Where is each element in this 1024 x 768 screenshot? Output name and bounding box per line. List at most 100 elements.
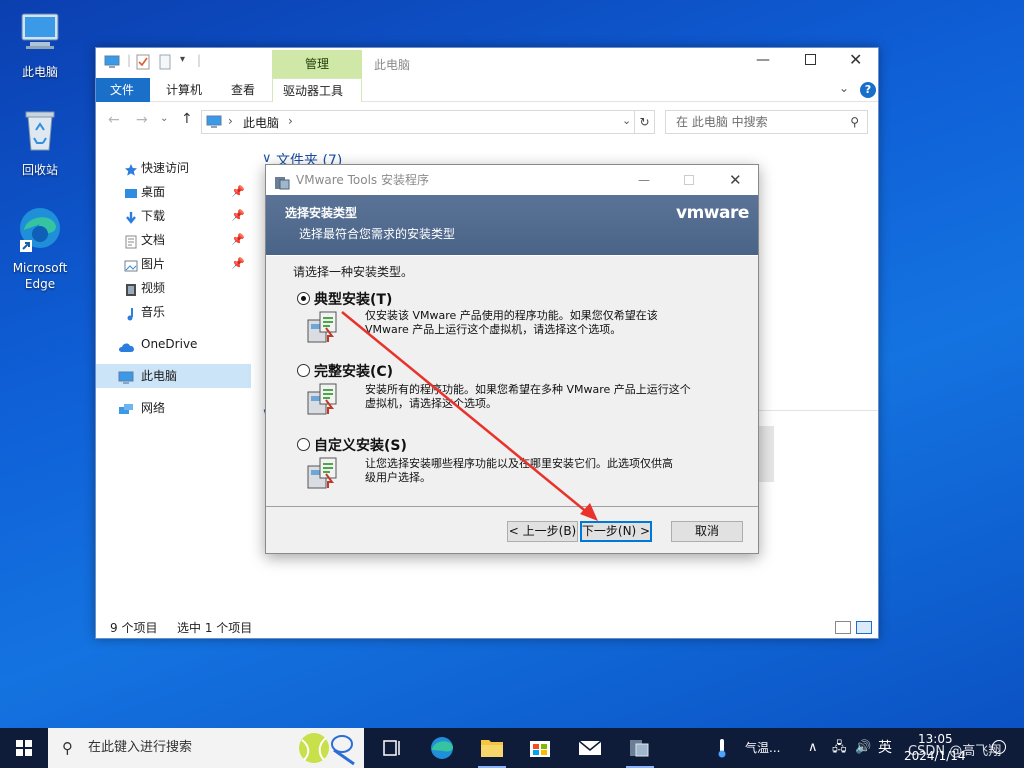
vmware-setup-taskbar-icon[interactable] — [618, 728, 662, 768]
vmware-setup-dialog: VMware Tools 安装程序 — ✕ 选择安装类型 选择最符合您需求的安装… — [265, 164, 759, 554]
nav-label: 下载 — [141, 209, 166, 223]
next-button[interactable]: 下一步(N) > — [580, 521, 652, 542]
address-dropdown-icon[interactable]: ⌄ — [622, 114, 631, 127]
nav-label: OneDrive — [141, 337, 198, 351]
nav-pictures[interactable]: 图片 📌 — [96, 252, 251, 276]
desktop-icon-label: 此电脑 — [21, 65, 58, 79]
refresh-icon[interactable]: ↻ — [635, 110, 655, 134]
address-bar[interactable]: › 此电脑 › ⌄ — [201, 110, 635, 134]
radio-custom[interactable] — [297, 438, 310, 451]
forward-arrow-icon[interactable]: → — [136, 112, 148, 128]
desktop-icon-label-line1: Microsoft — [12, 261, 68, 275]
nav-videos[interactable]: 视频 — [96, 276, 251, 300]
store-icon[interactable] — [518, 728, 562, 768]
option-typical-label[interactable]: 典型安装(T) — [314, 289, 392, 309]
toolbar-separator: | — [127, 53, 132, 67]
network-tray-icon[interactable]: 🖧 — [832, 728, 847, 768]
properties-icon[interactable] — [136, 54, 150, 70]
windows-start-icon[interactable] — [16, 740, 32, 756]
up-arrow-icon[interactable]: ↑ — [181, 111, 193, 127]
nav-label: 音乐 — [141, 305, 166, 319]
mail-icon[interactable] — [568, 728, 612, 768]
tab-computer[interactable]: 计算机 — [152, 78, 216, 102]
option-custom-desc-line1: 让您选择安装哪些程序功能以及在哪里安装它们。此选项仅供高 — [365, 457, 673, 470]
back-button[interactable]: < 上一步(B) — [507, 521, 578, 542]
vmware-setup-icon — [274, 172, 290, 190]
weather-label[interactable]: 气温... — [745, 728, 780, 768]
option-typical-desc-line2: VMware 产品上运行这个虚拟机，请选择这个选项。 — [365, 323, 622, 336]
search-icon: ⚲ — [62, 739, 73, 757]
cloud-icon — [118, 337, 136, 352]
nav-label: 此电脑 — [141, 369, 178, 383]
pin-icon[interactable]: 📌 — [231, 252, 245, 276]
pin-icon[interactable]: 📌 — [231, 180, 245, 204]
task-view-icon[interactable] — [370, 728, 414, 768]
help-icon[interactable]: ? — [860, 82, 876, 98]
breadcrumb-chevron-icon[interactable]: › — [288, 114, 293, 128]
quick-access-toolbar-dropdown-icon[interactable]: ▾ — [180, 54, 185, 65]
minimize-icon[interactable]: — — [756, 52, 770, 68]
file-explorer-taskbar-icon[interactable] — [470, 728, 514, 768]
option-complete-label[interactable]: 完整安装(C) — [314, 361, 393, 381]
nav-this-pc[interactable]: 此电脑 — [96, 364, 251, 388]
large-icons-view-icon[interactable] — [856, 621, 872, 634]
navigation-pane: 快速访问 桌面 📌 下载 📌 文档 📌 图片 📌 视频 音乐 OneDrive … — [96, 148, 256, 608]
radio-typical[interactable] — [297, 292, 310, 305]
taskbar: ⚲ 在此键入进行搜索 气温... ∧ 🖧 🔊 英 13:05 2024/1/14… — [0, 728, 1024, 768]
option-complete-desc-line1: 安装所有的程序功能。如果您希望在多种 VMware 产品上运行这个 — [365, 383, 691, 396]
tray-chevron-icon[interactable]: ∧ — [808, 728, 818, 768]
notification-icon[interactable] — [992, 740, 1006, 754]
search-input[interactable]: 在 此电脑 中搜索 ⚲ — [665, 110, 868, 134]
taskbar-search-box[interactable]: ⚲ 在此键入进行搜索 — [48, 728, 364, 768]
section-divider — [756, 410, 878, 411]
dialog-title: VMware Tools 安装程序 — [296, 173, 429, 187]
breadcrumb-this-pc[interactable]: 此电脑 — [243, 114, 279, 131]
radio-complete[interactable] — [297, 364, 310, 377]
ime-indicator[interactable]: 英 — [878, 728, 892, 768]
close-icon[interactable]: ✕ — [849, 50, 862, 69]
desktop-icon-edge[interactable]: Microsoft Edge — [0, 204, 80, 292]
back-arrow-icon[interactable]: ← — [108, 112, 120, 128]
ribbon-expand-icon[interactable]: ⌄ — [839, 81, 849, 95]
desktop-icon-this-pc[interactable]: 此电脑 — [0, 8, 80, 80]
watermark-text: CSDN @高飞翔 — [908, 744, 1002, 759]
search-icon: ⚲ — [850, 115, 859, 129]
volume-icon[interactable]: 🔊 — [855, 728, 871, 768]
tab-file[interactable]: 文件 — [96, 78, 150, 102]
nav-label: 桌面 — [141, 185, 166, 199]
video-icon — [124, 281, 138, 296]
pin-icon[interactable]: 📌 — [231, 228, 245, 252]
edge-icon[interactable] — [420, 728, 464, 768]
nav-network[interactable]: 网络 — [96, 396, 251, 420]
new-folder-icon[interactable] — [159, 54, 171, 70]
maximize-icon[interactable] — [805, 54, 816, 65]
nav-downloads[interactable]: 下载 📌 — [96, 204, 251, 228]
minimize-icon[interactable]: — — [638, 165, 650, 195]
pin-icon[interactable]: 📌 — [231, 204, 245, 228]
recent-locations-icon[interactable]: ⌄ — [160, 113, 168, 124]
pictures-icon — [124, 257, 138, 272]
nav-label: 图片 — [141, 257, 166, 271]
desktop-icon-recycle-bin[interactable]: 回收站 — [0, 106, 80, 178]
nav-desktop[interactable]: 桌面 📌 — [96, 180, 251, 204]
maximize-icon — [684, 175, 694, 185]
option-custom-label[interactable]: 自定义安装(S) — [314, 435, 407, 455]
nav-quick-access[interactable]: 快速访问 — [96, 156, 251, 180]
tab-view[interactable]: 查看 — [217, 78, 269, 102]
item-count: 9 个项目 — [110, 621, 158, 635]
cancel-button[interactable]: 取消 — [671, 521, 743, 542]
nav-label: 视频 — [141, 281, 166, 295]
install-package-icon — [307, 457, 337, 489]
details-view-icon[interactable] — [835, 621, 851, 634]
option-complete-desc-line2: 虚拟机，请选择这个选项。 — [365, 397, 497, 410]
taskbar-search-placeholder: 在此键入进行搜索 — [88, 740, 193, 755]
close-icon[interactable]: ✕ — [729, 165, 742, 195]
selection-count: 选中 1 个项目 — [177, 621, 253, 635]
network-icon — [118, 401, 134, 415]
nav-documents[interactable]: 文档 📌 — [96, 228, 251, 252]
tab-drive-tools[interactable]: 驱动器工具 — [272, 78, 362, 102]
nav-music[interactable]: 音乐 — [96, 300, 251, 324]
explorer-titlebar: | ▾ | 管理 此电脑 — ✕ — [96, 48, 878, 78]
nav-onedrive[interactable]: OneDrive — [96, 332, 251, 356]
manage-tab-header[interactable]: 管理 — [272, 50, 362, 78]
